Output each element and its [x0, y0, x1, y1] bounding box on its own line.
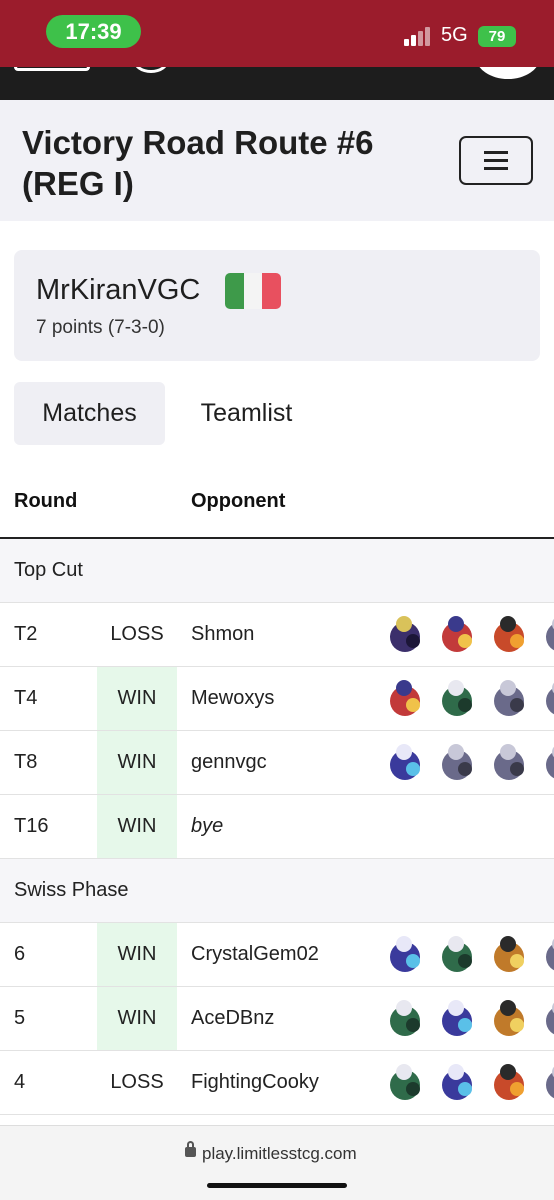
pokemon-icon: [486, 740, 532, 786]
browser-url-bar[interactable]: play.limitlesstcg.com: [0, 1125, 554, 1200]
italy-flag-icon: [225, 273, 281, 309]
miraidon-icon: [382, 740, 428, 786]
section-label: Top Cut: [14, 559, 83, 581]
round-cell: 4: [14, 1071, 26, 1093]
pokemon-icon: [538, 612, 554, 658]
round-cell: 5: [14, 1007, 26, 1029]
battery-level: 79: [488, 28, 506, 45]
title-section: Victory Road Route #6 (REG I): [0, 100, 554, 221]
site-navbar: [0, 67, 554, 100]
table-row[interactable]: 6 WIN CrystalGem02: [0, 923, 554, 987]
signal-icon: [404, 26, 434, 46]
incineroar-icon: [486, 612, 532, 658]
page-title: Victory Road Route #6 (REG I): [22, 124, 374, 202]
calyrex-icon: [382, 1060, 428, 1106]
miraidon-icon: [434, 1060, 480, 1106]
miraidon-icon: [434, 996, 480, 1042]
network-label: 5G: [441, 24, 468, 46]
opponent-link[interactable]: Mewoxys: [191, 667, 274, 730]
opponent-link[interactable]: AceDBnz: [191, 987, 274, 1050]
round-cell: T2: [14, 623, 38, 645]
lock-icon: [185, 1141, 196, 1157]
team-icons: [382, 676, 554, 722]
calyrex-icon: [434, 932, 480, 978]
result-cell: LOSS: [110, 623, 164, 645]
table-row[interactable]: 4 LOSS FightingCooky: [0, 1051, 554, 1115]
team-icons: [382, 932, 554, 978]
tab-teamlist[interactable]: Teamlist: [178, 382, 315, 445]
farigiraf-icon: [486, 932, 532, 978]
pokemon-icon: [434, 740, 480, 786]
pokemon-icon: [538, 1060, 554, 1106]
home-indicator[interactable]: [207, 1183, 347, 1188]
avatar[interactable]: [476, 67, 540, 79]
miraidon-icon: [382, 932, 428, 978]
table-row[interactable]: T4 WIN Mewoxys: [0, 667, 554, 731]
round-cell: T4: [14, 687, 38, 709]
column-header-opponent: Opponent: [191, 490, 286, 512]
player-name: MrKiranVGC: [36, 274, 201, 306]
team-icons: [382, 1060, 554, 1106]
hamburger-icon: [484, 151, 508, 154]
opponent-link[interactable]: Shmon: [191, 603, 254, 666]
table-row: T16 WIN bye: [0, 795, 554, 859]
pokemon-icon: [538, 996, 554, 1042]
table-row[interactable]: T8 WIN gennvgc: [0, 731, 554, 795]
result-cell: WIN: [97, 987, 177, 1050]
lunala-icon: [382, 612, 428, 658]
status-bar: 17:39 5G 79: [0, 0, 554, 67]
player-card: MrKiranVGC 7 points (7-3-0): [14, 250, 540, 361]
menu-button[interactable]: [459, 136, 533, 185]
result-cell: WIN: [97, 667, 177, 730]
opponent-link[interactable]: FightingCooky: [191, 1051, 319, 1114]
incineroar-icon: [486, 1060, 532, 1106]
round-cell: T8: [14, 751, 38, 773]
nav-icon-fragment[interactable]: [133, 67, 169, 73]
opponent-bye: bye: [191, 815, 224, 837]
koraidon-icon: [382, 676, 428, 722]
nav-logo-fragment[interactable]: [14, 67, 90, 71]
pokemon-icon: [486, 676, 532, 722]
opponent-link[interactable]: CrystalGem02: [191, 923, 319, 986]
table-row[interactable]: 5 WIN AceDBnz: [0, 987, 554, 1051]
opponent-link[interactable]: gennvgc: [191, 731, 267, 794]
team-icons: [382, 740, 554, 786]
team-icons: [382, 612, 554, 658]
column-header-round: Round: [14, 490, 78, 512]
player-record: 7 points (7-3-0): [36, 317, 165, 338]
pokemon-icon: [538, 676, 554, 722]
result-cell: LOSS: [110, 1071, 164, 1093]
round-cell: T16: [14, 815, 49, 837]
url-text[interactable]: play.limitlesstcg.com: [202, 1144, 357, 1164]
result-cell: WIN: [97, 731, 177, 794]
round-cell: 6: [14, 943, 26, 965]
section-header-swiss: Swiss Phase: [0, 859, 554, 923]
battery-icon: 79: [478, 26, 516, 47]
section-header-top-cut: Top Cut: [0, 539, 554, 603]
koraidon-icon: [434, 612, 480, 658]
farigiraf-icon: [486, 996, 532, 1042]
clock: 17:39: [46, 15, 141, 48]
tab-matches[interactable]: Matches: [14, 382, 165, 445]
team-icons: [382, 996, 554, 1042]
pokemon-icon: [538, 932, 554, 978]
calyrex-icon: [434, 676, 480, 722]
table-row[interactable]: T2 LOSS Shmon: [0, 603, 554, 667]
calyrex-icon: [382, 996, 428, 1042]
section-label: Swiss Phase: [14, 879, 129, 901]
result-cell: WIN: [97, 923, 177, 986]
result-cell: WIN: [97, 795, 177, 858]
pokemon-icon: [538, 740, 554, 786]
